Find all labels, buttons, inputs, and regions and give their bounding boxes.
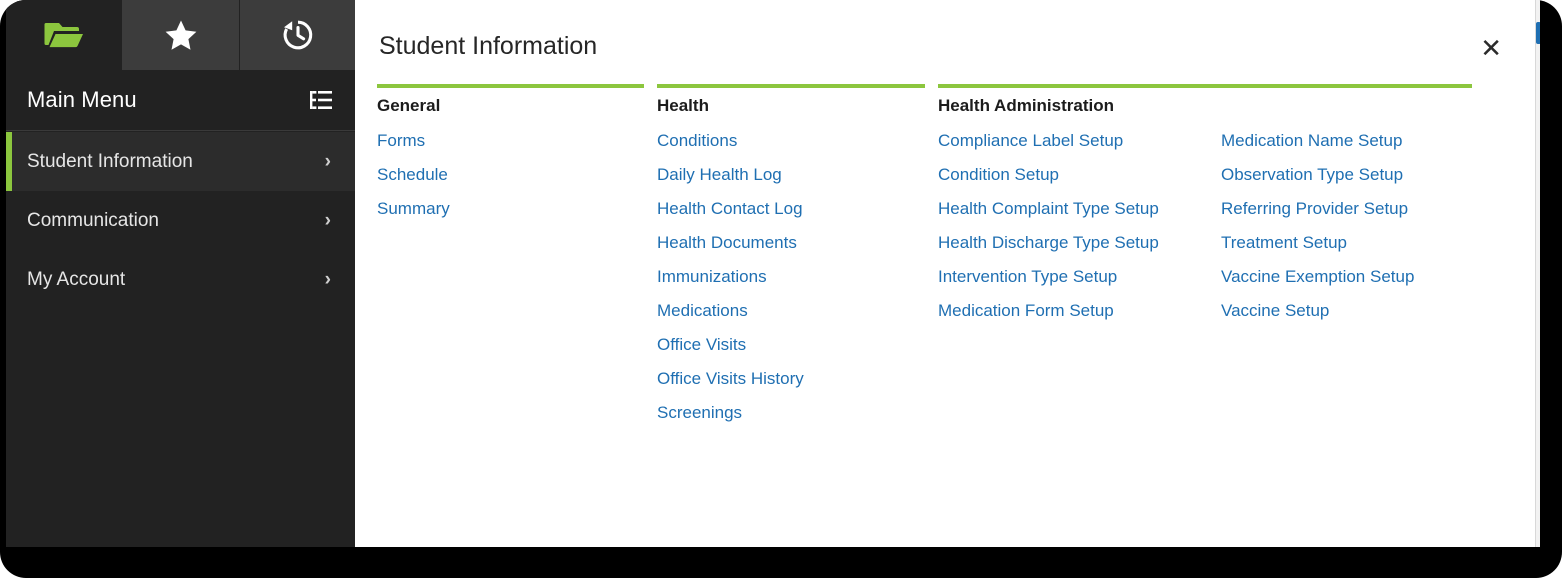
panel-content: Student Information ✕ General Forms Sche…: [355, 0, 1540, 547]
menu-link-compliance-label-setup[interactable]: Compliance Label Setup: [938, 132, 1123, 166]
group-accent-rule: [938, 84, 1472, 88]
menu-link-immunizations[interactable]: Immunizations: [657, 268, 767, 302]
app-frame: Main Menu Student Information › Communic…: [0, 0, 1562, 578]
history-icon: [281, 18, 315, 52]
menu-link-screenings[interactable]: Screenings: [657, 404, 742, 438]
menu-group-general: General Forms Schedule Summary: [377, 84, 657, 438]
sidebar-item-communication[interactable]: Communication ›: [6, 191, 355, 250]
menu-link-health-discharge-type-setup[interactable]: Health Discharge Type Setup: [938, 234, 1159, 268]
menu-link-office-visits[interactable]: Office Visits: [657, 336, 746, 370]
group-accent-rule: [657, 84, 925, 88]
menu-link-schedule[interactable]: Schedule: [377, 166, 448, 200]
chevron-right-icon: ›: [324, 210, 331, 231]
menu-link-daily-health-log[interactable]: Daily Health Log: [657, 166, 782, 200]
sidebar-item-label: My Account: [27, 269, 126, 290]
sidebar-item-label: Communication: [27, 210, 159, 231]
menu-link-conditions[interactable]: Conditions: [657, 132, 737, 166]
menu-link-summary[interactable]: Summary: [377, 200, 450, 234]
group-links: Compliance Label Setup Condition Setup H…: [938, 132, 1510, 336]
group-title: Health Administration: [938, 96, 1114, 115]
open-folder-icon: [44, 19, 84, 51]
sidebar-item-student-information[interactable]: Student Information ›: [6, 132, 355, 191]
sidebar-item-my-account[interactable]: My Account ›: [6, 250, 355, 309]
group-links: Conditions Daily Health Log Health Conta…: [657, 132, 938, 438]
chevron-right-icon: ›: [324, 269, 331, 290]
group-title: General: [377, 96, 441, 115]
star-icon: [164, 19, 198, 52]
menu-link-medication-form-setup[interactable]: Medication Form Setup: [938, 302, 1114, 336]
menu-link-health-complaint-type-setup[interactable]: Health Complaint Type Setup: [938, 200, 1159, 234]
menu-group-health: Health Conditions Daily Health Log Healt…: [657, 84, 938, 438]
sidebar-item-label: Student Information: [27, 151, 193, 172]
menu-link-health-documents[interactable]: Health Documents: [657, 234, 797, 268]
panel-scrollbar[interactable]: [1535, 0, 1540, 547]
page-title: Student Information: [379, 32, 598, 60]
menu-link-referring-provider-setup[interactable]: Referring Provider Setup: [1221, 200, 1408, 234]
menu-groups: General Forms Schedule Summary Health Co…: [377, 84, 1510, 438]
sidebar-tab-bar: [6, 0, 357, 70]
menu-link-forms[interactable]: Forms: [377, 132, 425, 166]
menu-link-health-contact-log[interactable]: Health Contact Log: [657, 200, 803, 234]
chevron-right-icon: ›: [324, 151, 331, 172]
sidebar: Main Menu Student Information › Communic…: [6, 0, 357, 547]
menu-link-office-visits-history[interactable]: Office Visits History: [657, 370, 804, 404]
menu-link-observation-type-setup[interactable]: Observation Type Setup: [1221, 166, 1403, 200]
close-icon[interactable]: ✕: [1472, 35, 1510, 61]
tab-recent-history[interactable]: [240, 0, 357, 70]
link-column: Conditions Daily Health Log Health Conta…: [657, 132, 804, 438]
link-column: Compliance Label Setup Condition Setup H…: [938, 132, 1221, 336]
menu-group-health-administration: Health Administration Compliance Label S…: [938, 84, 1510, 438]
sidebar-nav: Student Information › Communication › My…: [6, 131, 355, 547]
tab-favorites[interactable]: [123, 0, 240, 70]
menu-link-medications[interactable]: Medications: [657, 302, 748, 336]
menu-link-vaccine-exemption-setup[interactable]: Vaccine Exemption Setup: [1221, 268, 1414, 302]
menu-link-vaccine-setup[interactable]: Vaccine Setup: [1221, 302, 1329, 336]
menu-panel: Student Information ✕ General Forms Sche…: [355, 0, 1540, 547]
group-title: Health: [657, 96, 709, 115]
main-menu-header: Main Menu: [6, 70, 355, 131]
tab-main-menu[interactable]: [6, 0, 123, 70]
panel-header: Student Information ✕: [377, 32, 1510, 62]
ui-surface: Main Menu Student Information › Communic…: [6, 0, 1540, 547]
panel-scrollbar-thumb[interactable]: [1536, 22, 1540, 44]
group-accent-rule: [377, 84, 644, 88]
group-links: Forms Schedule Summary: [377, 132, 657, 234]
link-column: Forms Schedule Summary: [377, 132, 450, 234]
menu-link-treatment-setup[interactable]: Treatment Setup: [1221, 234, 1347, 268]
menu-link-condition-setup[interactable]: Condition Setup: [938, 166, 1059, 200]
link-column: Medication Name Setup Observation Type S…: [1221, 132, 1504, 336]
menu-link-medication-name-setup[interactable]: Medication Name Setup: [1221, 132, 1402, 166]
main-menu-title: Main Menu: [27, 87, 137, 112]
tree-list-icon[interactable]: [309, 90, 333, 110]
menu-link-intervention-type-setup[interactable]: Intervention Type Setup: [938, 268, 1117, 302]
